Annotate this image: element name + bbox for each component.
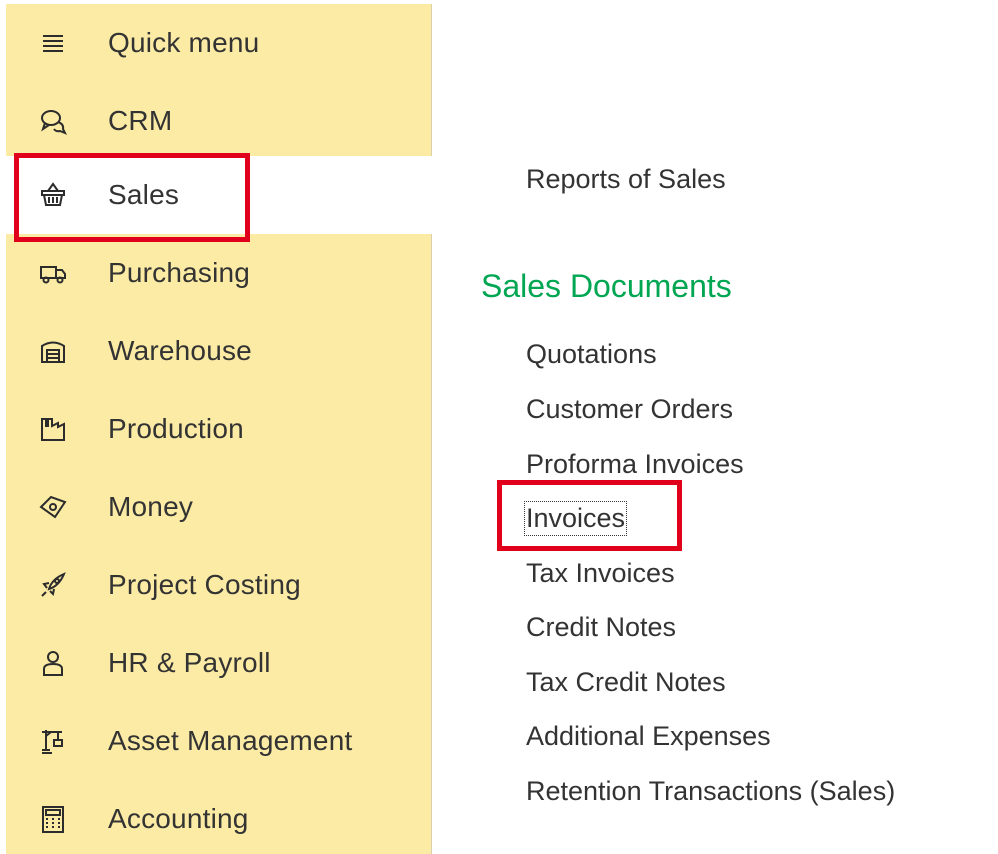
factory-icon bbox=[36, 412, 70, 446]
sidebar-item-label: Money bbox=[108, 491, 194, 522]
sidebar-item-production[interactable]: Production bbox=[6, 390, 432, 468]
section-title: Sales Documents bbox=[481, 268, 732, 304]
sidebar-item-label: Sales bbox=[108, 179, 180, 210]
doc-link-customer-orders[interactable]: Customer Orders bbox=[526, 394, 733, 425]
rocket-icon bbox=[36, 568, 70, 602]
sidebar-item-label: Purchasing bbox=[108, 257, 251, 288]
sidebar-item-project-costing[interactable]: Project Costing bbox=[6, 546, 432, 624]
doc-link-tax-credit-notes[interactable]: Tax Credit Notes bbox=[526, 667, 726, 698]
sidebar-item-label: Project Costing bbox=[108, 569, 301, 600]
sidebar-item-money[interactable]: Money bbox=[6, 468, 432, 546]
person-icon bbox=[36, 646, 70, 680]
app-window: Quick menu CRM Sales Purchasing Warehous bbox=[0, 0, 998, 854]
calculator-icon bbox=[36, 802, 70, 836]
doc-link-invoices[interactable]: Invoices bbox=[523, 501, 628, 536]
sidebar-item-label: Accounting bbox=[108, 803, 249, 834]
money-tag-icon bbox=[36, 490, 70, 524]
doc-link-additional-expenses[interactable]: Additional Expenses bbox=[526, 721, 771, 752]
sidebar: Quick menu CRM Sales Purchasing Warehous bbox=[6, 4, 432, 854]
doc-link-tax-invoices[interactable]: Tax Invoices bbox=[526, 558, 675, 589]
sidebar-item-label: Production bbox=[108, 413, 244, 444]
sidebar-item-accounting[interactable]: Accounting bbox=[6, 780, 432, 854]
sidebar-item-hr-payroll[interactable]: HR & Payroll bbox=[6, 624, 432, 702]
doc-link-credit-notes[interactable]: Credit Notes bbox=[526, 612, 676, 643]
main-panel: Reports of Sales Sales Documents Quotati… bbox=[432, 4, 998, 854]
reports-of-sales-link[interactable]: Reports of Sales bbox=[526, 164, 726, 195]
menu-lines-icon bbox=[36, 26, 70, 60]
basket-icon bbox=[36, 178, 70, 212]
doc-link-quotations[interactable]: Quotations bbox=[526, 339, 657, 370]
sidebar-item-label: CRM bbox=[108, 105, 173, 136]
sidebar-item-label: Quick menu bbox=[108, 27, 260, 58]
truck-icon bbox=[36, 256, 70, 290]
sidebar-item-warehouse[interactable]: Warehouse bbox=[6, 312, 432, 390]
warehouse-icon bbox=[36, 334, 70, 368]
chat-bubbles-icon bbox=[36, 104, 70, 138]
sidebar-item-label: Asset Management bbox=[108, 725, 353, 756]
doc-link-retention-transactions[interactable]: Retention Transactions (Sales) bbox=[526, 776, 895, 807]
crane-icon bbox=[36, 724, 70, 758]
sidebar-item-sales[interactable]: Sales bbox=[6, 156, 432, 234]
sidebar-item-crm[interactable]: CRM bbox=[6, 82, 432, 160]
doc-link-proforma-invoices[interactable]: Proforma Invoices bbox=[526, 449, 744, 480]
sidebar-item-label: Warehouse bbox=[108, 335, 252, 366]
sidebar-item-asset-management[interactable]: Asset Management bbox=[6, 702, 432, 780]
sidebar-item-purchasing[interactable]: Purchasing bbox=[6, 234, 432, 312]
sidebar-item-quick-menu[interactable]: Quick menu bbox=[6, 4, 432, 82]
sidebar-item-label: HR & Payroll bbox=[108, 647, 271, 678]
